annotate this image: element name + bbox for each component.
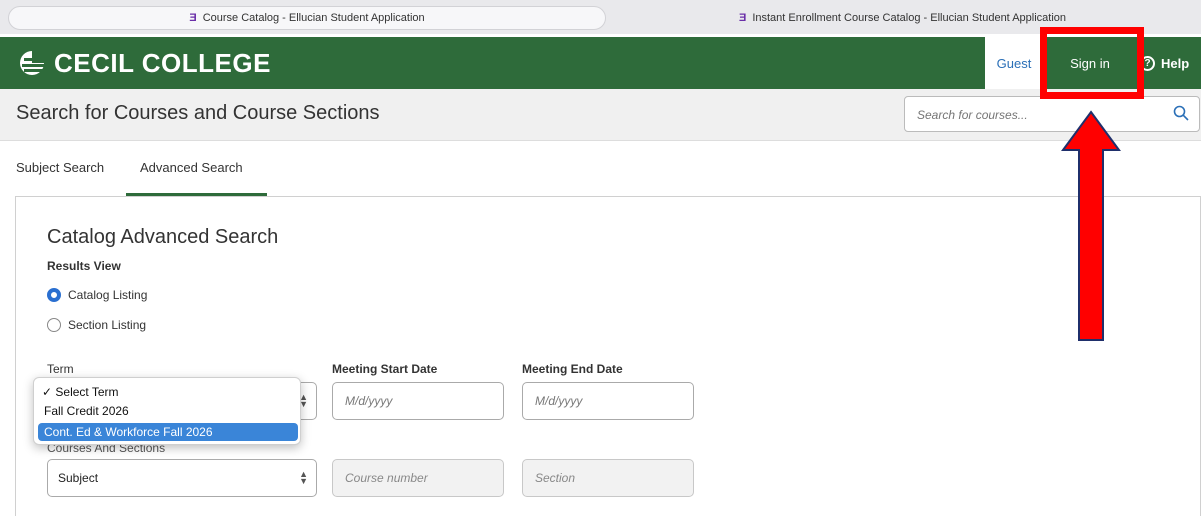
subject-select[interactable]: Subject ▲ ▼ (47, 459, 317, 497)
browser-tab-title: Course Catalog - Ellucian Student Applic… (202, 12, 425, 24)
select-updown-icon: ▲ ▼ (299, 469, 308, 486)
app-header: CECIL COLLEGE Guest Sign in ? Help (0, 37, 1201, 89)
course-number-input[interactable]: Course number (332, 459, 504, 497)
meeting-end-label: Meeting End Date (522, 362, 623, 376)
radio-label: Catalog Listing (68, 288, 148, 302)
term-label: Term (47, 362, 74, 376)
course-search-box (904, 96, 1200, 132)
radio-checked-icon[interactable] (47, 288, 61, 302)
tab-subject-search[interactable]: Subject Search (16, 160, 104, 194)
up-arrow-icon (1061, 110, 1121, 341)
ellucian-favicon-icon: Ǝ (738, 12, 747, 24)
radio-unchecked-icon[interactable] (47, 318, 61, 332)
browser-tab-title: Instant Enrollment Course Catalog - Ellu… (752, 12, 1067, 24)
section-input[interactable]: Section (522, 459, 694, 497)
sign-in-highlight-box (1040, 27, 1144, 99)
results-view-label: Results View (47, 259, 121, 273)
tab-advanced-search[interactable]: Advanced Search (140, 160, 243, 194)
meeting-start-date-input[interactable]: M/d/yyyy (332, 382, 504, 420)
radio-section-listing[interactable]: Section Listing (47, 318, 146, 332)
logo-text: CECIL COLLEGE (54, 47, 271, 78)
dropdown-option-fall-credit[interactable]: Fall Credit 2026 (38, 402, 298, 420)
meeting-end-date-input[interactable]: M/d/yyyy (522, 382, 694, 420)
cecil-logo-mark-icon (20, 51, 46, 75)
page-title: Search for Courses and Course Sections (16, 102, 380, 124)
college-logo[interactable]: CECIL COLLEGE (16, 47, 271, 78)
guest-label: Guest (985, 37, 1043, 89)
search-input[interactable] (915, 105, 1159, 125)
ellucian-favicon-icon: Ǝ (189, 12, 197, 24)
search-icon[interactable] (1173, 105, 1189, 121)
browser-tab-course-catalog[interactable]: Ǝ Course Catalog - Ellucian Student Appl… (8, 6, 606, 30)
dropdown-option-cont-ed[interactable]: Cont. Ed & Workforce Fall 2026 (38, 423, 298, 441)
meeting-start-label: Meeting Start Date (332, 362, 438, 376)
term-dropdown-menu: ✓ Select Term Fall Credit 2026 Cont. Ed … (33, 377, 301, 445)
browser-tab-strip: Ǝ Course Catalog - Ellucian Student Appl… (0, 0, 1201, 34)
radio-label: Section Listing (68, 318, 147, 332)
panel-title: Catalog Advanced Search (47, 226, 279, 248)
help-label: Help (1161, 55, 1190, 71)
title-bar: Search for Courses and Course Sections (0, 89, 1201, 141)
subject-select-value: Subject (58, 471, 99, 485)
dropdown-option-select-term[interactable]: ✓ Select Term (38, 383, 298, 401)
radio-catalog-listing[interactable]: Catalog Listing (47, 288, 147, 302)
help-button[interactable]: ? Help (1140, 37, 1201, 89)
